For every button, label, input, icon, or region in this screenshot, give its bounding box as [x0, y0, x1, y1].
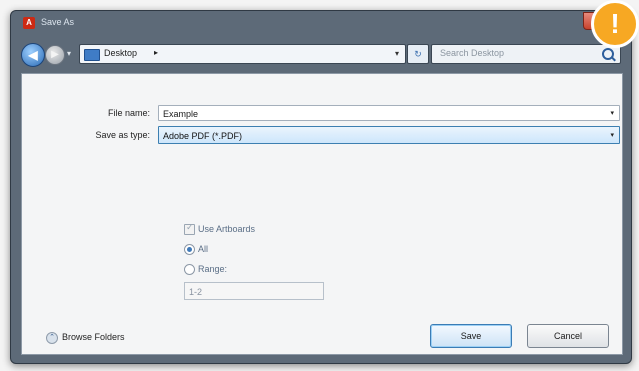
search-input[interactable]: Search Desktop [440, 48, 504, 58]
recent-locations-dropdown[interactable]: ▾ [67, 49, 71, 58]
address-bar[interactable]: Desktop ▸ ▾ [79, 44, 406, 64]
range-radio[interactable] [184, 264, 195, 275]
save-as-type-value: Adobe PDF (*.PDF) [163, 131, 243, 141]
navigation-toolbar: ◀ ▶ ▾ Desktop ▸ ▾ ↻ Search Desktop [21, 43, 621, 67]
save-as-type-select[interactable]: Adobe PDF (*.PDF) ▾ [158, 126, 620, 144]
breadcrumb-separator[interactable]: ▸ [154, 48, 158, 57]
chevron-circle-icon[interactable]: ⌃ [46, 332, 58, 344]
file-name-label: File name: [107, 108, 150, 118]
back-button[interactable]: ◀ [21, 43, 45, 67]
save-as-type-dropdown-icon[interactable]: ▾ [610, 127, 614, 145]
save-button[interactable]: Save [430, 324, 512, 348]
browse-folders-link[interactable]: Browse Folders [62, 332, 125, 342]
file-name-value: Example [163, 109, 199, 119]
all-radio[interactable] [184, 244, 195, 255]
search-box[interactable]: Search Desktop [431, 44, 621, 64]
use-artboards-checkbox[interactable]: ✓ [184, 222, 195, 235]
checkmark-icon: ✓ [186, 222, 194, 232]
exclamation-icon: ! [591, 0, 639, 48]
desktop-folder-icon [84, 49, 100, 61]
dialog-body: File name: Example ▾ Save as type: Adobe… [21, 73, 623, 355]
title-bar[interactable]: A Save As ✕ [11, 11, 631, 37]
forward-button[interactable]: ▶ [45, 45, 65, 65]
range-input[interactable]: 1-2 [184, 282, 324, 300]
file-name-dropdown-icon[interactable]: ▾ [610, 106, 614, 122]
app-icon: A [23, 17, 35, 29]
save-as-dialog: A Save As ✕ ◀ ▶ ▾ Desktop ▸ ▾ ↻ Search D… [10, 10, 632, 364]
refresh-button[interactable]: ↻ [407, 44, 429, 64]
file-name-field[interactable]: Example ▾ [158, 105, 620, 121]
radio-selected-dot [187, 247, 192, 252]
cancel-button[interactable]: Cancel [527, 324, 609, 348]
range-radio-label: Range: [198, 264, 228, 274]
search-icon[interactable] [602, 48, 614, 60]
window-title: Save As [41, 17, 75, 27]
refresh-icon: ↻ [414, 49, 422, 59]
address-dropdown-icon[interactable]: ▾ [395, 49, 399, 58]
all-radio-label: All [198, 244, 209, 254]
use-artboards-label: Use Artboards [198, 224, 256, 234]
address-location[interactable]: Desktop [104, 48, 137, 58]
save-as-type-label: Save as type: [95, 130, 150, 140]
